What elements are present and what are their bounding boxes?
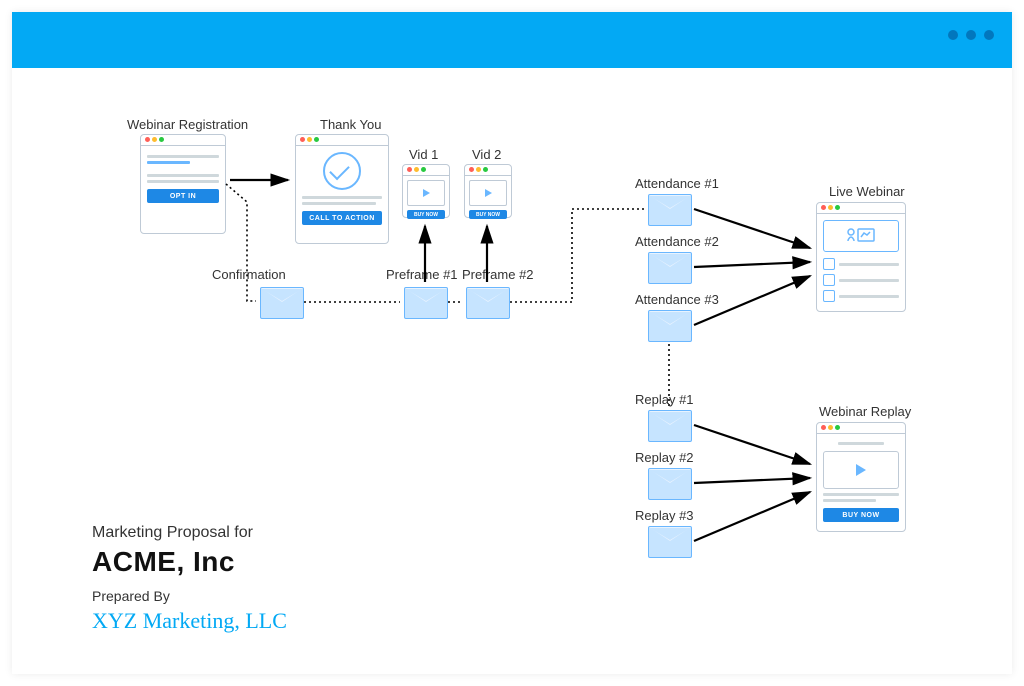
node-email-rep3 <box>648 526 692 558</box>
node-vid2-page: BUY NOW <box>464 164 512 218</box>
document-frame: Webinar Registration Thank You Vid 1 Vid… <box>12 12 1012 674</box>
label-att2: Attendance #2 <box>635 234 719 249</box>
node-registration-page: OPT IN <box>140 134 226 234</box>
node-email-rep1 <box>648 410 692 442</box>
node-email-rep2 <box>648 468 692 500</box>
proposal-for-label: Marketing Proposal for <box>92 524 287 542</box>
cta-button: CALL TO ACTION <box>302 211 382 225</box>
title-block: Marketing Proposal for ACME, Inc Prepare… <box>92 524 287 634</box>
node-email-preframe1 <box>404 287 448 319</box>
label-rep3: Replay #3 <box>635 508 694 523</box>
label-thankyou: Thank You <box>320 117 381 132</box>
optin-button: OPT IN <box>147 189 219 203</box>
label-confirmation: Confirmation <box>212 267 286 282</box>
prepared-by-label: Prepared By <box>92 588 287 604</box>
play-icon <box>407 180 445 206</box>
node-email-att3 <box>648 310 692 342</box>
play-icon <box>823 451 899 489</box>
buy-button: BUY NOW <box>407 210 445 219</box>
label-vid2: Vid 2 <box>472 147 501 162</box>
node-email-preframe2 <box>466 287 510 319</box>
node-email-confirmation <box>260 287 304 319</box>
label-preframe1: Preframe #1 <box>386 267 458 282</box>
label-live: Live Webinar <box>829 184 905 199</box>
check-circle-icon <box>323 152 361 190</box>
label-replay: Webinar Replay <box>819 404 911 419</box>
buy-button: BUY NOW <box>469 210 507 219</box>
label-vid1: Vid 1 <box>409 147 438 162</box>
client-name: ACME, Inc <box>92 546 287 578</box>
node-thankyou-page: CALL TO ACTION <box>295 134 389 244</box>
node-vid1-page: BUY NOW <box>402 164 450 218</box>
label-att1: Attendance #1 <box>635 176 719 191</box>
label-rep1: Replay #1 <box>635 392 694 407</box>
play-icon <box>469 180 507 206</box>
node-email-att2 <box>648 252 692 284</box>
node-email-att1 <box>648 194 692 226</box>
label-preframe2: Preframe #2 <box>462 267 534 282</box>
node-live-webinar-page <box>816 202 906 312</box>
agency-name: XYZ Marketing, LLC <box>92 608 287 634</box>
node-webinar-replay-page: BUY NOW <box>816 422 906 532</box>
label-registration: Webinar Registration <box>127 117 248 132</box>
buy-button: BUY NOW <box>823 508 899 522</box>
window-dots-icon <box>948 30 994 40</box>
label-att3: Attendance #3 <box>635 292 719 307</box>
label-rep2: Replay #2 <box>635 450 694 465</box>
presenter-icon <box>823 220 899 252</box>
top-bar <box>12 12 1012 68</box>
